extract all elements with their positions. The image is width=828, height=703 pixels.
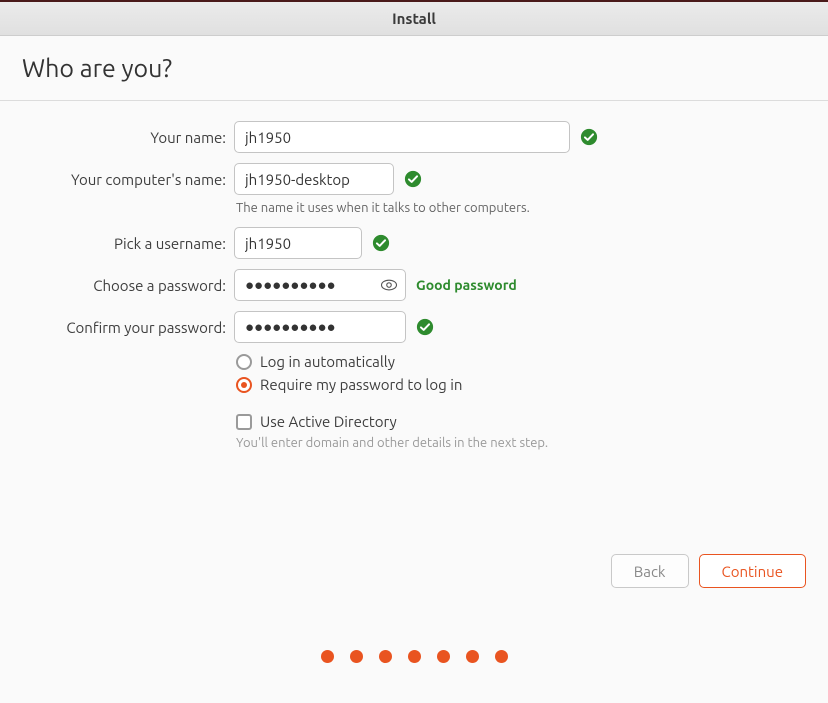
radio-icon [236,354,252,370]
titlebar: Install [0,0,828,36]
option-label: Log in automatically [260,353,395,370]
check-icon [404,170,422,188]
check-icon [372,234,390,252]
row-your-name: Your name: [0,121,828,153]
pager-dot [495,650,508,663]
checkbox-icon [236,414,252,430]
row-confirm-password: Confirm your password: [0,311,828,343]
label-computer-name: Your computer's name: [0,171,234,188]
page-title: Who are you? [22,54,828,82]
password-strength: Good password [416,277,517,293]
nav-buttons: Back Continue [611,554,806,588]
active-directory-hint: You'll enter domain and other details in… [236,436,828,450]
option-auto-login[interactable]: Log in automatically [236,353,828,370]
option-label: Use Active Directory [260,413,397,430]
username-input[interactable] [234,227,362,259]
pager-dot [408,650,421,663]
check-icon [580,128,598,146]
option-label: Require my password to log in [260,376,462,393]
install-window: Install Who are you? Your name: Your com… [0,0,828,703]
window-title: Install [392,10,436,27]
option-use-active-directory[interactable]: Use Active Directory [236,413,828,430]
radio-icon [236,377,252,393]
check-icon [416,318,434,336]
label-confirm: Confirm your password: [0,319,234,336]
label-username: Pick a username: [0,235,234,252]
pager-dot [379,650,392,663]
pager [0,650,828,663]
pager-dot [350,650,363,663]
divider [0,100,828,101]
pager-dot [466,650,479,663]
row-username: Pick a username: [0,227,828,259]
computer-name-input[interactable] [234,163,394,195]
row-password: Choose a password: Good password [0,269,828,301]
label-your-name: Your name: [0,129,234,146]
pager-dot [321,650,334,663]
active-directory-group: Use Active Directory [236,413,828,430]
user-form: Your name: Your computer's name: [0,121,828,450]
eye-icon[interactable] [380,276,398,294]
computer-name-hint: The name it uses when it talks to other … [236,201,828,215]
label-password: Choose a password: [0,277,234,294]
back-button[interactable]: Back [611,554,689,588]
pager-dot [437,650,450,663]
option-require-password[interactable]: Require my password to log in [236,376,828,393]
row-computer-name: Your computer's name: [0,163,828,195]
confirm-password-input[interactable] [234,311,406,343]
your-name-input[interactable] [234,121,570,153]
continue-button[interactable]: Continue [699,554,806,588]
content-area: Who are you? Your name: Your computer's … [0,36,828,703]
login-mode-group: Log in automatically Require my password… [236,353,828,393]
